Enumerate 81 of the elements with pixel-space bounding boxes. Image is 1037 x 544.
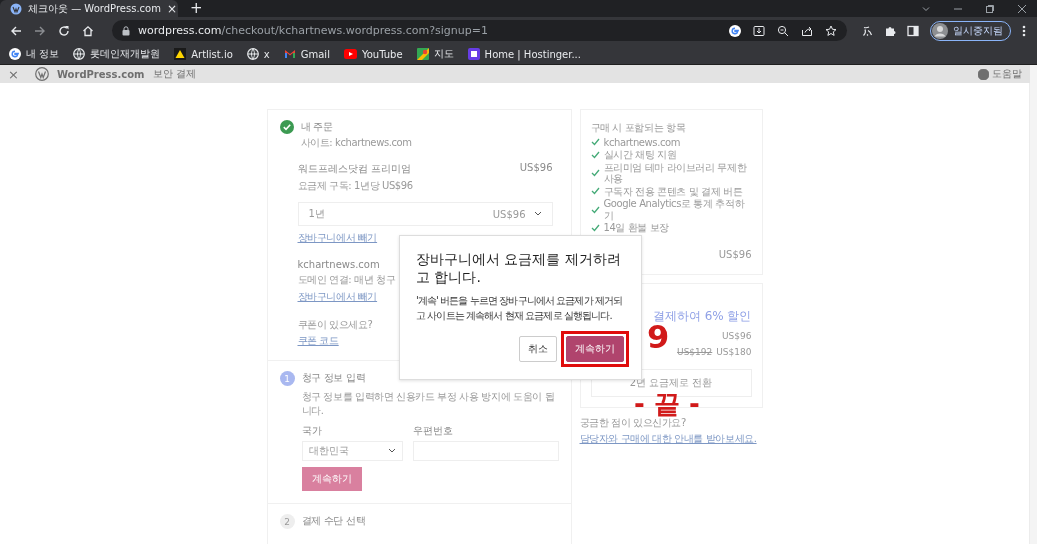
item-price: US$96 <box>519 162 553 175</box>
term-price: US$96 <box>492 208 526 220</box>
price: US$96 <box>721 330 752 341</box>
old-price: US$192 <box>677 346 713 357</box>
close-tab-button[interactable]: × <box>166 1 177 16</box>
google-icon <box>9 48 21 60</box>
forward-icon[interactable] <box>34 24 46 37</box>
item-name: kchartnews.com <box>297 259 380 270</box>
zoom-out-icon[interactable] <box>777 24 789 37</box>
close-icon[interactable] <box>1017 3 1027 14</box>
item-name: 워드프레스닷컴 프리미엄 <box>297 162 411 176</box>
triangle-icon <box>174 48 187 60</box>
wordpress-icon <box>10 2 22 15</box>
help-question: 궁금한 점이 있으신가요? <box>579 416 686 430</box>
share-icon[interactable] <box>801 24 813 37</box>
new-price: US$180 <box>716 346 752 357</box>
puzzle-icon[interactable] <box>884 24 896 37</box>
chevron-down-icon <box>533 211 542 217</box>
reload-icon[interactable] <box>58 24 70 37</box>
feature-text: 14일 환불 보장 <box>603 222 669 234</box>
field-label: 우편번호 <box>412 424 453 438</box>
step-number: 1 <box>279 371 295 386</box>
close-button[interactable]: × <box>8 66 19 82</box>
summary-title: 구매 시 포함되는 항목 <box>590 122 686 134</box>
coupon-question: 쿠폰이 있으세요? <box>297 318 373 332</box>
globe-icon <box>246 48 259 60</box>
home-icon[interactable] <box>82 24 94 37</box>
section-title: 내 주문 <box>300 120 333 134</box>
dialog-title: 장바구니에서 요금제를 제거하려고 합니다. <box>416 250 622 287</box>
brand-name: WordPress.com <box>56 68 145 80</box>
bookmark[interactable]: 내 정보 <box>9 47 60 61</box>
chevron-down-icon <box>387 448 396 454</box>
restore-icon[interactable] <box>985 3 995 14</box>
address-bar[interactable]: wordpress.com/checkout/kchartnews.wordpress.com?signup=1 <box>112 20 847 41</box>
lock-icon <box>122 25 130 36</box>
bookmark[interactable]: Artlist.io <box>174 48 233 60</box>
total-price: US$96 <box>718 248 752 260</box>
continue-button[interactable]: 계속하기 <box>566 336 624 363</box>
item-detail: 도메인 연결: 매년 청구 <box>297 273 396 287</box>
help-link[interactable]: 도움말 <box>978 67 1022 81</box>
play-icon <box>343 49 357 59</box>
bookmark[interactable]: Home | Hostinger... <box>467 48 581 60</box>
side-panel-icon[interactable] <box>907 24 919 37</box>
site-name: 사이트: kchartnews.com <box>300 136 412 150</box>
browser-tab[interactable]: 체크아웃 — WordPress.com × <box>0 0 178 17</box>
bookmark[interactable]: Gmail <box>283 48 330 60</box>
bookmark[interactable]: 롯데인재개발원 <box>73 47 161 61</box>
section-description: 청구 정보를 입력하면 신용카드 부정 사용 방지에 도움이 됩니다. <box>301 390 556 418</box>
star-icon[interactable] <box>825 24 837 37</box>
header-subtitle: 보안 결제 <box>152 67 196 81</box>
url-text: wordpress.com/checkout/kchartnews.wordpress.com?signup=1 <box>138 24 489 37</box>
term-label: 1년 <box>308 207 325 221</box>
new-tab-button[interactable]: + <box>190 0 203 17</box>
tab-title: 체크아웃 — WordPress.com <box>28 1 161 16</box>
square-icon <box>467 48 480 60</box>
bookmark[interactable]: x <box>246 48 270 60</box>
avatar-icon <box>932 22 948 39</box>
wordpress-logo-icon <box>34 67 49 81</box>
feature-text: 실시간 채팅 지원 <box>603 149 677 161</box>
mail-icon <box>283 49 296 59</box>
cancel-button[interactable]: 취소 <box>519 336 557 363</box>
bookmark[interactable]: YouTube <box>343 48 403 60</box>
feature-text: 구독자 전용 콘텐츠 및 결제 버튼 <box>603 185 743 197</box>
bookmark[interactable]: 지도 <box>416 47 454 61</box>
back-icon[interactable] <box>10 24 22 37</box>
feature-text: kchartnews.com <box>603 136 681 148</box>
check-circle-icon <box>279 120 294 134</box>
dialog-message: '계속' 버튼을 누르면 장바구니에서 요금제가 제거되고 사이트는 계속해서 현재 요금제로 실행됩니다. <box>416 294 624 323</box>
section-title: 결제 수단 선택 <box>301 514 366 528</box>
item-detail: 요금제 구독: 1년당 US$96 <box>297 179 413 193</box>
extension-icon[interactable] <box>861 24 873 37</box>
feature-text: 프리미엄 테마 라이브러리 무제한 사용 <box>603 161 748 185</box>
step-number: 2 <box>279 514 295 529</box>
feature-text: Google Analytics로 통계 추적하기 <box>603 198 746 221</box>
menu-icon[interactable] <box>1022 24 1026 37</box>
globe-icon <box>73 48 86 60</box>
google-icon[interactable] <box>729 24 741 37</box>
map-icon <box>416 48 429 60</box>
section-title: 청구 정보 입력 <box>301 371 366 385</box>
install-icon[interactable] <box>753 24 765 37</box>
field-label: 국가 <box>301 424 322 438</box>
